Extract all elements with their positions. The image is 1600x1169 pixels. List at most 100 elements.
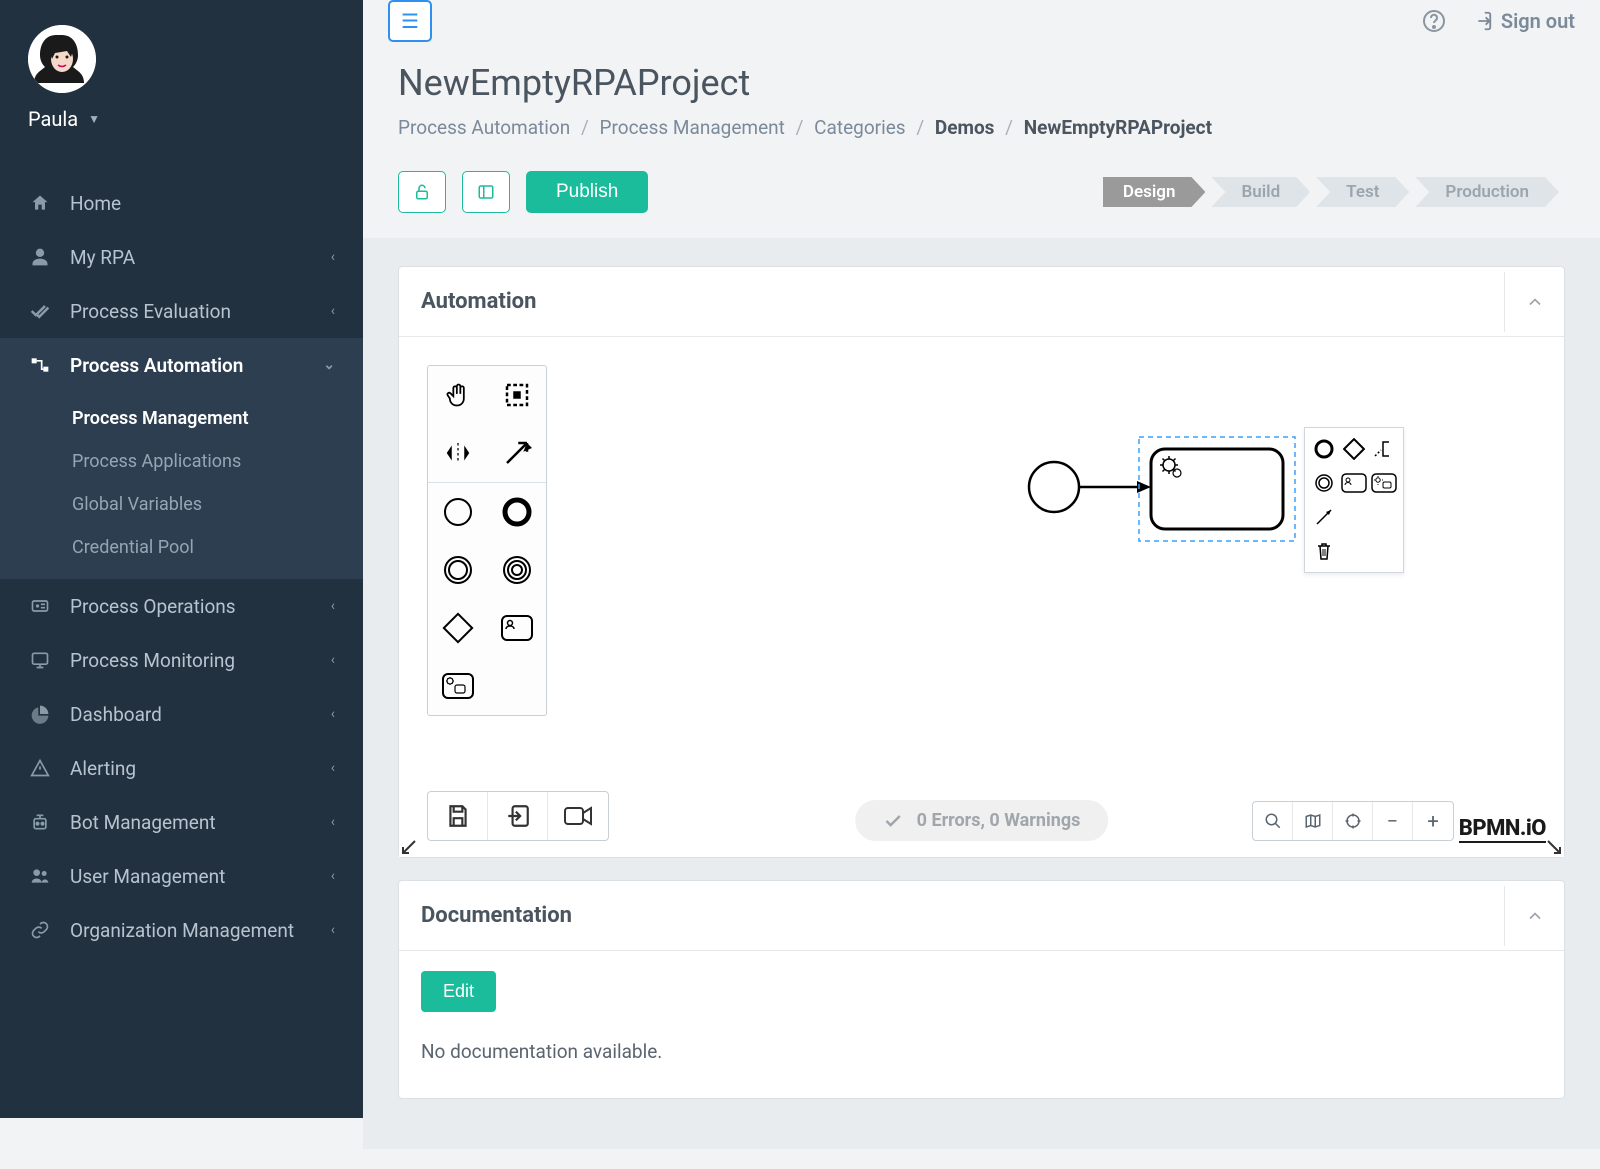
chevron-up-icon: [1525, 292, 1545, 312]
save-button[interactable]: [428, 792, 488, 840]
lock-button[interactable]: [398, 171, 446, 213]
nav-alerting[interactable]: Alerting ‹: [0, 741, 363, 795]
panel-collapse-button[interactable]: [1504, 272, 1564, 332]
edit-documentation-button[interactable]: Edit: [421, 971, 496, 1012]
cp-delete[interactable]: [1311, 536, 1337, 566]
layout-button[interactable]: [462, 171, 510, 213]
avatar[interactable]: [28, 25, 96, 93]
cp-append-bot-task[interactable]: [1371, 468, 1397, 498]
operations-icon: [28, 594, 52, 618]
content: NewEmptyRPAProject Process Automation / …: [363, 42, 1600, 1169]
panel-collapse-button[interactable]: [1504, 886, 1564, 946]
intermediate-event-icon: [1313, 472, 1335, 494]
bpmn-canvas[interactable]: 0 Errors, 0 Warnings: [399, 337, 1564, 857]
nav-label: Home: [70, 192, 121, 215]
subnav-credential-pool[interactable]: Credential Pool: [0, 526, 363, 569]
flow-icon: [28, 353, 52, 377]
map-icon: [1304, 812, 1322, 830]
service-task-node[interactable]: [1151, 449, 1283, 529]
pipeline: Design Build Test Production: [1103, 177, 1565, 207]
crumb-process-automation[interactable]: Process Automation: [398, 116, 570, 139]
home-icon: [28, 191, 52, 215]
record-button[interactable]: [548, 792, 608, 840]
crumb-categories[interactable]: Categories: [814, 116, 905, 139]
nav-bot-management[interactable]: Bot Management ‹: [0, 795, 363, 849]
cp-append-text-annotation[interactable]: [1371, 434, 1397, 464]
help-button[interactable]: [1422, 9, 1446, 33]
resize-handle-bl[interactable]: [401, 839, 417, 855]
pipeline-step-design[interactable]: Design: [1103, 177, 1206, 207]
import-button[interactable]: [488, 792, 548, 840]
documentation-panel: Documentation Edit No documentation avai…: [398, 880, 1565, 1099]
chevron-up-icon: [1525, 906, 1545, 926]
subnav-process-automation: Process Management Process Applications …: [0, 392, 363, 579]
automation-title: Automation: [421, 289, 536, 314]
crumb-process-management[interactable]: Process Management: [600, 116, 785, 139]
canvas-toolbar: [427, 791, 609, 841]
breadcrumb-sep: /: [916, 116, 924, 139]
center-button[interactable]: [1333, 802, 1373, 840]
minimap-button[interactable]: [1293, 802, 1333, 840]
topbar: ☰ Sign out: [363, 0, 1600, 42]
chevron-left-icon: ‹: [331, 706, 335, 722]
cp-connect[interactable]: [1311, 502, 1337, 532]
panels: Automation: [363, 238, 1600, 1149]
crumb-demos[interactable]: Demos: [935, 116, 995, 139]
resize-handle-br[interactable]: [1546, 839, 1562, 855]
nav-user-management[interactable]: User Management ‹: [0, 849, 363, 903]
user-task-icon: [1341, 473, 1367, 493]
pie-chart-icon: [28, 702, 52, 726]
chevron-left-icon: ‹: [331, 868, 335, 884]
documentation-title: Documentation: [421, 903, 572, 928]
nav-dashboard[interactable]: Dashboard ‹: [0, 687, 363, 741]
nav-organization-management[interactable]: Organization Management ‹: [0, 903, 363, 957]
nav-label: Process Operations: [70, 595, 236, 618]
bpmn-io-logo[interactable]: BPMN.iO: [1459, 816, 1546, 843]
nav-my-rpa[interactable]: My RPA ‹: [0, 230, 363, 284]
documentation-empty-text: No documentation available.: [421, 1040, 1542, 1063]
subnav-global-variables[interactable]: Global Variables: [0, 483, 363, 526]
nav-process-evaluation[interactable]: Process Evaluation ‹: [0, 284, 363, 338]
diagram-svg: [399, 337, 1564, 857]
hamburger-icon: ☰: [401, 9, 419, 33]
publish-button[interactable]: Publish: [526, 171, 648, 213]
check-double-icon: [28, 299, 52, 323]
subnav-process-applications[interactable]: Process Applications: [0, 440, 363, 483]
sign-out-icon: [1471, 10, 1493, 32]
plus-icon: +: [1427, 809, 1438, 833]
chevron-left-icon: ‹: [331, 760, 335, 776]
sidebar: Paula ▼ Home My RPA ‹ Process Evaluation…: [0, 0, 363, 1118]
caret-down-icon: ▼: [88, 112, 100, 126]
zoom-in-button[interactable]: +: [1413, 802, 1453, 840]
nav-process-automation[interactable]: Process Automation ⌄: [0, 338, 363, 392]
cp-blank2: [1371, 502, 1397, 532]
pipeline-step-production[interactable]: Production: [1415, 177, 1559, 207]
nav-process-monitoring[interactable]: Process Monitoring ‹: [0, 633, 363, 687]
nav-home[interactable]: Home: [0, 176, 363, 230]
cp-append-intermediate[interactable]: [1311, 468, 1337, 498]
user-dropdown[interactable]: Paula ▼: [28, 107, 335, 131]
connect-icon: [1313, 506, 1335, 528]
nav-label: Process Evaluation: [70, 300, 231, 323]
nav-process-operations[interactable]: Process Operations ‹: [0, 579, 363, 633]
video-icon: [563, 805, 593, 827]
breadcrumb-sep: /: [581, 116, 589, 139]
zoom-out-button[interactable]: −: [1373, 802, 1413, 840]
save-icon: [445, 803, 471, 829]
sign-out-button[interactable]: Sign out: [1471, 9, 1575, 33]
nav-label: Bot Management: [70, 811, 216, 834]
users-icon: [28, 864, 52, 888]
subnav-process-management[interactable]: Process Management: [0, 397, 363, 440]
pipeline-step-build[interactable]: Build: [1211, 177, 1310, 207]
resize-icon: [401, 839, 417, 855]
start-event-node[interactable]: [1029, 462, 1079, 512]
minus-icon: −: [1387, 809, 1398, 833]
pipeline-step-test[interactable]: Test: [1316, 177, 1409, 207]
cp-append-user-task[interactable]: [1341, 468, 1367, 498]
cp-append-gateway[interactable]: [1341, 434, 1367, 464]
menu-toggle-button[interactable]: ☰: [388, 0, 432, 42]
nav-label: Alerting: [70, 757, 136, 780]
cp-append-end-event[interactable]: [1311, 434, 1337, 464]
resize-icon: [1546, 839, 1562, 855]
search-button[interactable]: [1253, 802, 1293, 840]
